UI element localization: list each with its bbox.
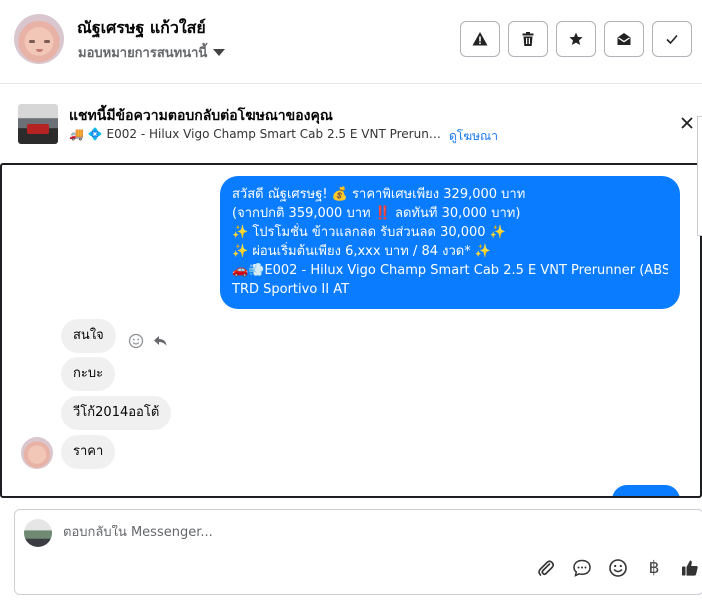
mark-unread-icon bbox=[617, 33, 631, 45]
attach-icon bbox=[538, 560, 555, 576]
ad-reply-banner: แชทนี้มีข้อความตอบกลับต่อโฆษณาของคุณ 🚚 💠… bbox=[0, 85, 702, 163]
check-icon bbox=[666, 34, 678, 45]
message-line: 🚗💨E002 - Hilux Vigo Champ Smart Cab 2.5 … bbox=[232, 263, 668, 278]
ad-name: 🚚 💠 E002 - Hilux Vigo Champ Smart Cab 2.… bbox=[69, 127, 443, 141]
done-button[interactable] bbox=[652, 21, 692, 57]
chat-bubble-icon bbox=[573, 559, 591, 577]
payment-button[interactable]: ฿ bbox=[643, 557, 665, 579]
side-panel-edge bbox=[697, 116, 702, 236]
trash-icon bbox=[522, 32, 534, 46]
assign-label: มอบหมายการสนทนานี้ bbox=[78, 46, 208, 61]
incoming-message[interactable]: สนใจ bbox=[61, 319, 116, 353]
like-button[interactable] bbox=[679, 557, 701, 579]
avatar-eye bbox=[44, 40, 50, 43]
incoming-message[interactable]: กะบะ bbox=[61, 357, 116, 391]
saved-replies-button[interactable] bbox=[571, 557, 593, 579]
warning-icon bbox=[472, 32, 488, 46]
star-button[interactable] bbox=[556, 21, 596, 57]
contact-name[interactable]: ณัฐเศรษฐ แก้วใสย์ bbox=[77, 16, 206, 41]
assign-conversation-dropdown[interactable]: มอบหมายการสนทนานี้ bbox=[78, 42, 226, 63]
baht-icon: ฿ bbox=[648, 558, 660, 578]
emoji-icon bbox=[609, 559, 627, 577]
conversation-header: ณัฐเศรษฐ แก้วใสย์ มอบหมายการสนทนานี้ bbox=[0, 0, 702, 84]
message-line: ✨ โปรโมชั่น ข้าวแลกลด รับส่วนลด 30,000 ✨ bbox=[232, 225, 506, 240]
emoji-button[interactable] bbox=[607, 557, 629, 579]
star-icon bbox=[569, 32, 583, 45]
outgoing-message[interactable]: สวัสดี ณัฐเศรษฐ! 💰 ราคาพิเศษเพียง 329,00… bbox=[220, 176, 680, 309]
message-line: (จากปกติ 359,000 บาท ‼️ ลดทันที 30,000 บ… bbox=[232, 206, 521, 221]
avatar-mouth bbox=[36, 49, 43, 52]
message-input[interactable] bbox=[63, 525, 623, 540]
close-icon[interactable] bbox=[678, 114, 696, 132]
incoming-message[interactable]: ราคา bbox=[61, 435, 116, 469]
attach-button[interactable] bbox=[535, 557, 557, 579]
mark-unread-button[interactable] bbox=[604, 21, 644, 57]
chevron-down-icon bbox=[213, 49, 226, 56]
contact-avatar-small[interactable] bbox=[21, 437, 53, 469]
report-button[interactable] bbox=[460, 21, 500, 57]
view-ad-link[interactable]: ดูโฆษณา bbox=[449, 127, 498, 146]
outgoing-message-partial[interactable] bbox=[612, 485, 680, 496]
message-line: TRD Sportivo II AT bbox=[232, 282, 350, 297]
ad-thumbnail[interactable] bbox=[18, 104, 58, 144]
like-icon bbox=[682, 560, 698, 576]
ad-thumbnail-car bbox=[27, 124, 49, 134]
composer-tools: ฿ bbox=[535, 557, 701, 579]
contact-avatar[interactable] bbox=[14, 14, 64, 64]
ad-banner-title: แชทนี้มีข้อความตอบกลับต่อโฆษณาของคุณ bbox=[69, 108, 333, 124]
reply-icon[interactable] bbox=[152, 333, 168, 349]
page-avatar bbox=[24, 519, 52, 547]
message-line: ✨ ผ่อนเริ่มต้นเพียง 6,xxx บาท / 84 งวด* … bbox=[232, 244, 492, 259]
message-actions bbox=[128, 333, 168, 349]
message-thread[interactable]: สวัสดี ณัฐเศรษฐ! 💰 ราคาพิเศษเพียง 329,00… bbox=[0, 163, 702, 498]
message-line: สวัสดี ณัฐเศรษฐ! 💰 ราคาพิเศษเพียง 329,00… bbox=[232, 187, 526, 202]
delete-button[interactable] bbox=[508, 21, 548, 57]
reply-composer: ฿ bbox=[14, 509, 702, 595]
ad-banner-subtitle: 🚚 💠 E002 - Hilux Vigo Champ Smart Cab 2.… bbox=[69, 127, 498, 146]
react-emoji-icon[interactable] bbox=[128, 333, 144, 349]
avatar-eye bbox=[29, 40, 35, 43]
incoming-message[interactable]: วีโก้2014ออโต้ bbox=[61, 396, 172, 430]
